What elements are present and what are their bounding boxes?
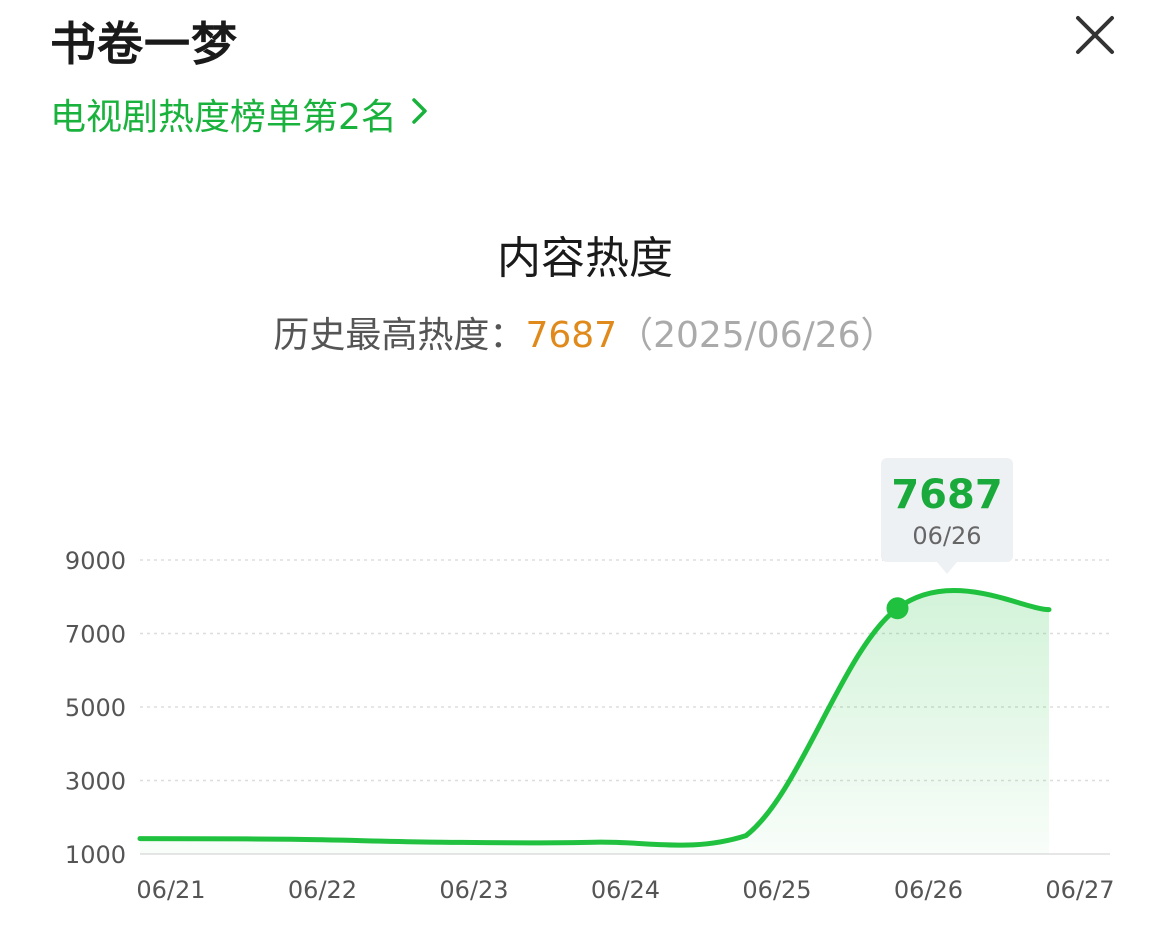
chevron-right-icon <box>411 94 429 135</box>
highlight-point[interactable] <box>886 597 909 620</box>
x-tick-label: 06/26 <box>894 876 963 904</box>
close-icon <box>1076 16 1114 54</box>
rank-link-label: 电视剧热度榜单第2名 <box>50 97 397 138</box>
chart-tooltip: 7687 06/26 <box>881 458 1013 574</box>
close-button[interactable] <box>1070 10 1120 60</box>
tooltip-value: 7687 <box>891 472 1003 518</box>
peak-label: 历史最高热度： <box>273 315 526 356</box>
peak-value: 7687 <box>525 315 618 356</box>
x-tick-label: 06/23 <box>439 876 508 904</box>
y-tick-label: 9000 <box>65 547 126 575</box>
tooltip-date: 06/26 <box>912 522 982 550</box>
peak-date: （2025/06/26） <box>617 315 897 356</box>
y-tick-label: 1000 <box>65 841 126 869</box>
section-title: 内容热度 <box>497 233 673 284</box>
y-tick-label: 5000 <box>65 694 126 722</box>
page-title: 书卷一梦 <box>50 17 238 71</box>
series-area <box>140 590 1049 854</box>
x-tick-label: 06/24 <box>591 876 660 904</box>
y-tick-label: 7000 <box>65 621 126 649</box>
x-tick-label: 06/21 <box>136 876 205 904</box>
x-tick-label: 06/22 <box>288 876 357 904</box>
rank-link[interactable]: 电视剧热度榜单第2名 <box>50 88 429 140</box>
y-tick-label: 3000 <box>65 768 126 796</box>
peak-summary: 历史最高热度：7687（2025/06/26） <box>0 306 1170 358</box>
x-tick-label: 06/27 <box>1045 876 1114 904</box>
x-tick-label: 06/25 <box>742 876 811 904</box>
